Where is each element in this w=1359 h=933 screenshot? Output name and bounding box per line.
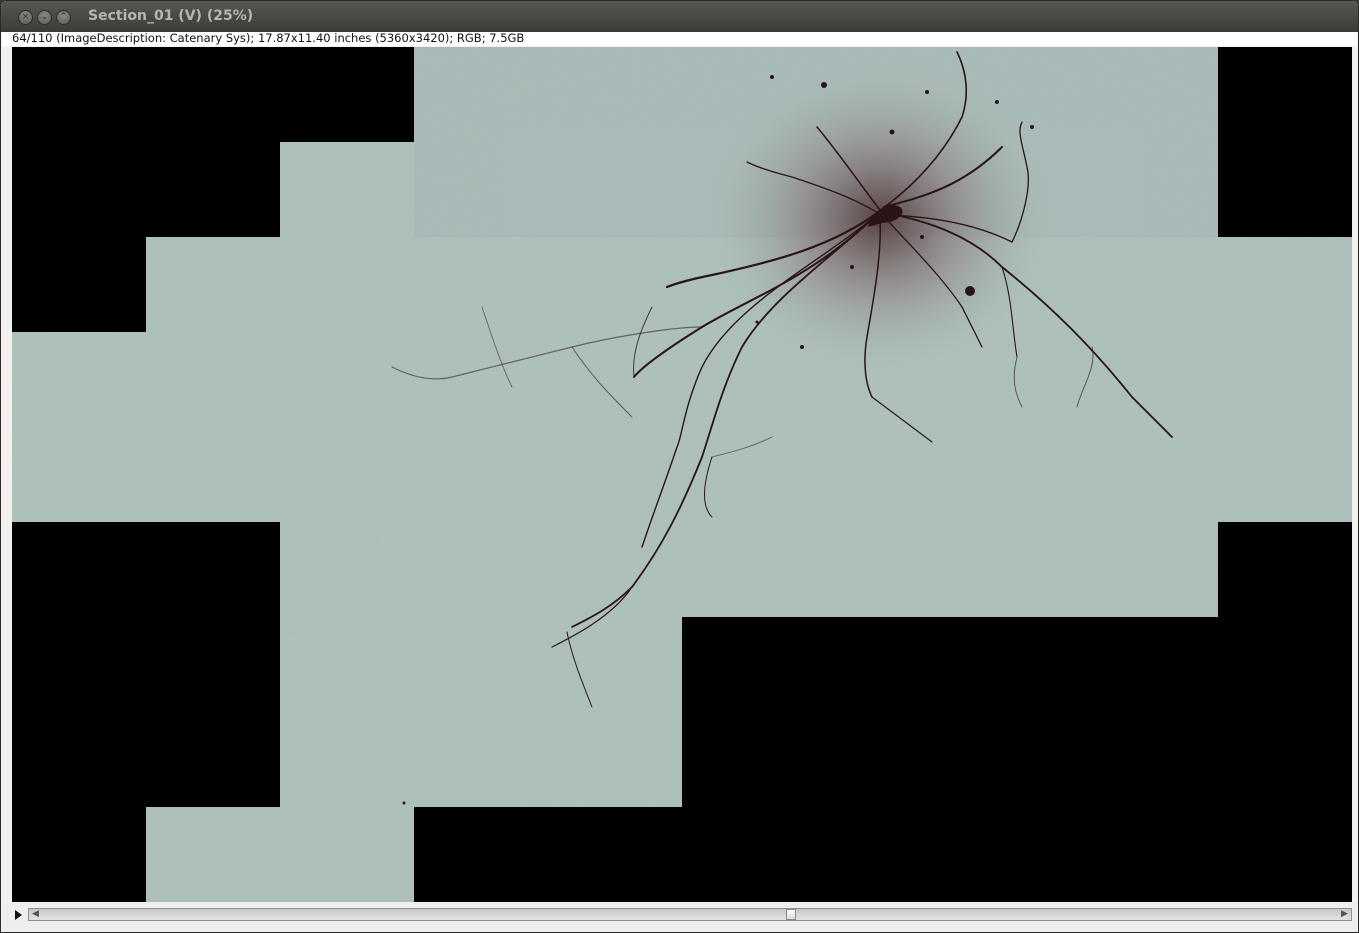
image-info-text: 64/110 (ImageDescription: Catenary Sys);… bbox=[12, 31, 525, 45]
stitched-tissue-image[interactable] bbox=[12, 47, 1352, 902]
maximize-icon[interactable]: ⌃ bbox=[56, 10, 71, 25]
tissue-tiles bbox=[12, 47, 1352, 902]
title-bar[interactable]: × ⌄ ⌃ Section_01 (V) (25%) bbox=[1, 1, 1358, 32]
slice-control-bar: ◀ ▶ bbox=[2, 902, 1357, 932]
scroll-right-icon[interactable]: ▶ bbox=[1340, 910, 1349, 919]
image-window: × ⌄ ⌃ Section_01 (V) (25%) 64/110 (Image… bbox=[0, 0, 1359, 933]
image-canvas[interactable] bbox=[12, 47, 1352, 902]
scroll-left-icon[interactable]: ◀ bbox=[31, 910, 40, 919]
play-icon[interactable] bbox=[15, 910, 22, 920]
image-info-bar: 64/110 (ImageDescription: Catenary Sys);… bbox=[2, 32, 1357, 46]
minimize-icon[interactable]: ⌄ bbox=[37, 10, 52, 25]
close-icon[interactable]: × bbox=[18, 10, 33, 25]
slice-scrollbar[interactable]: ◀ ▶ bbox=[28, 908, 1352, 921]
window-title: Section_01 (V) (25%) bbox=[88, 8, 254, 24]
slice-scroll-thumb[interactable] bbox=[786, 909, 797, 920]
